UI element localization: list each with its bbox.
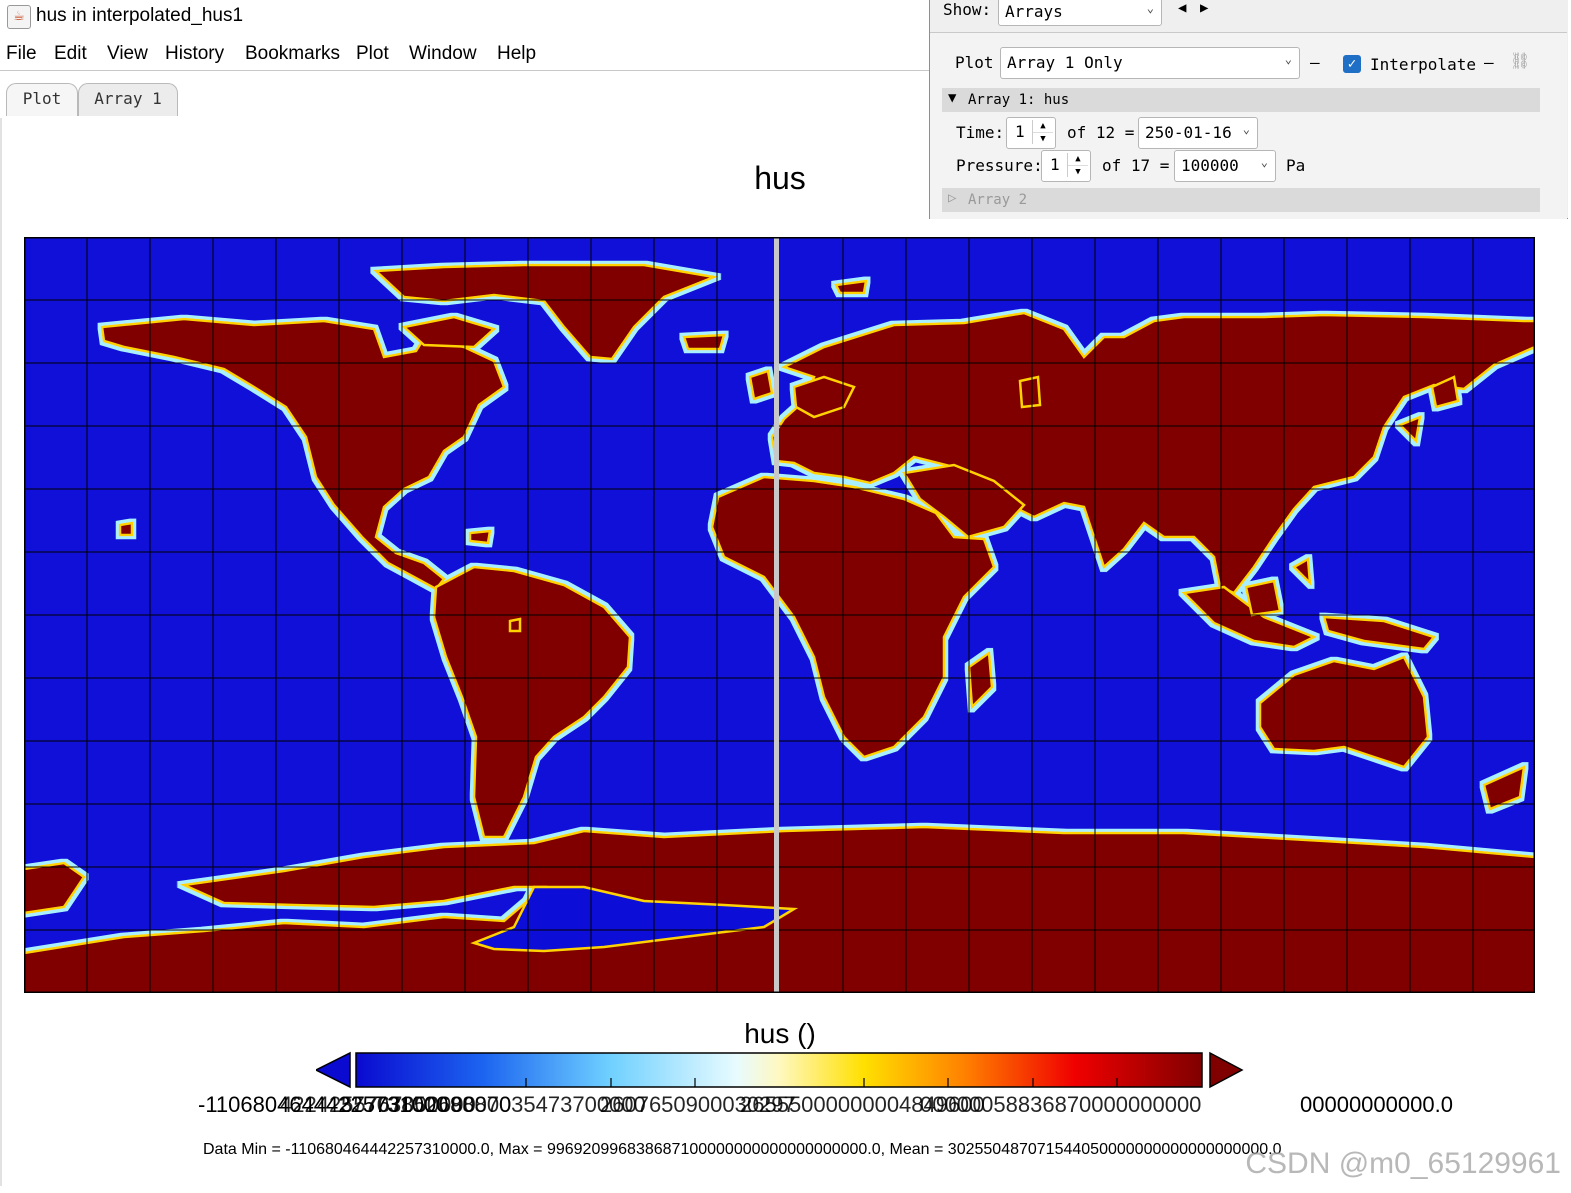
show-dropdown-value: Arrays	[1005, 2, 1063, 21]
java-cup-icon: ☕	[7, 5, 31, 29]
menu-plot[interactable]: Plot	[356, 43, 389, 65]
interpolate-label: Interpolate	[1370, 55, 1476, 74]
array-1-header-label: Array 1: hus	[968, 92, 1070, 108]
array-2-header-label: Array 2	[968, 192, 1028, 208]
pressure-value: 100000	[1181, 156, 1239, 175]
spin-up-icon[interactable]: ▲	[1068, 153, 1088, 165]
array-1-header[interactable]: ▼ Array 1: hus	[942, 88, 1540, 112]
spin-down-icon[interactable]: ▼	[1033, 132, 1053, 145]
spin-down-icon[interactable]: ▼	[1068, 165, 1088, 178]
menu-file[interactable]: File	[6, 43, 37, 65]
array-controls-panel: Show: Arrays ⌄ ◀ ▶ Plot Array 1 Only ⌄ —…	[929, 0, 1568, 219]
pressure-label: Pressure:	[956, 156, 1043, 175]
menu-history[interactable]: History	[165, 43, 224, 65]
time-of-count: of 12 =	[1067, 123, 1135, 142]
menu-bookmarks[interactable]: Bookmarks	[245, 43, 340, 65]
panel-body: Plot Array 1 Only ⌄ — ✓ Interpolate — ⛓ …	[930, 32, 1567, 219]
time-value-dropdown[interactable]: 250-01-16 ⌄	[1138, 117, 1258, 149]
plot-mode-dropdown[interactable]: Array 1 Only ⌄	[1000, 47, 1300, 79]
time-value: 250-01-16	[1145, 123, 1232, 142]
menu-bar: File Edit View History Bookmarks Plot Wi…	[0, 40, 930, 70]
tab-array-1[interactable]: Array 1	[78, 83, 178, 116]
previous-arrow-icon[interactable]: ◀	[1178, 0, 1186, 16]
pressure-spinner[interactable]: 1 ▲ ▼	[1041, 150, 1091, 182]
time-index: 1	[1015, 122, 1025, 141]
expanded-triangle-icon: ▼	[948, 90, 957, 106]
pressure-of-count: of 17 =	[1102, 156, 1170, 175]
chevron-down-icon: ⌄	[1146, 1, 1154, 15]
pressure-unit: Pa	[1286, 156, 1306, 175]
colorbar-labels: -11068046444225731000 4224255767000000 3…	[180, 1092, 1480, 1122]
data-statistics: Data Min = -110680464442257310000.0, Max…	[203, 1141, 1282, 1158]
watermark: CSDN @m0_65129961	[1245, 1147, 1561, 1180]
colorbar	[316, 1051, 1244, 1089]
separator-dash: —	[1310, 53, 1320, 72]
spin-up-icon[interactable]: ▲	[1033, 120, 1053, 132]
time-spinner[interactable]: 1 ▲ ▼	[1006, 117, 1056, 149]
colorbar-label: 00000058836870000000000	[920, 1092, 1202, 1117]
menu-window[interactable]: Window	[409, 43, 477, 65]
plot-mode-value: Array 1 Only	[1007, 53, 1123, 72]
time-label: Time:	[956, 123, 1005, 142]
colorbar-title: hus ()	[744, 1018, 816, 1049]
colorbar-label: 00000000000.0	[1300, 1092, 1453, 1117]
pressure-value-dropdown[interactable]: 100000 ⌄	[1174, 150, 1276, 182]
next-arrow-icon[interactable]: ▶	[1200, 0, 1208, 16]
plot-title: hus	[754, 160, 806, 196]
window-title: hus in interpolated_hus1	[36, 5, 244, 26]
chevron-down-icon: ⌄	[1284, 52, 1292, 66]
colorbar-over-arrow	[1209, 1051, 1244, 1089]
menu-view[interactable]: View	[107, 43, 148, 65]
chevron-down-icon: ⌄	[1260, 155, 1268, 169]
separator-dash: —	[1484, 53, 1494, 72]
array-2-header[interactable]: ▷ Array 2	[942, 188, 1540, 212]
meridian-gap	[774, 237, 779, 993]
map-plot[interactable]	[24, 237, 1535, 993]
show-dropdown[interactable]: Arrays ⌄	[998, 0, 1162, 26]
tab-plot[interactable]: Plot	[6, 83, 78, 116]
menu-edit[interactable]: Edit	[54, 43, 87, 65]
chevron-down-icon: ⌄	[1242, 122, 1250, 136]
plot-mode-label: Plot	[955, 53, 994, 72]
menu-help[interactable]: Help	[497, 43, 536, 65]
show-label: Show:	[943, 0, 992, 19]
collapsed-triangle-icon: ▷	[948, 190, 957, 206]
pressure-index: 1	[1050, 155, 1060, 174]
link-icon[interactable]: ⛓	[1510, 51, 1530, 70]
interpolate-checkbox[interactable]: ✓	[1343, 55, 1361, 73]
tab-strip: Plot Array 1	[0, 70, 930, 119]
colorbar-under-arrow	[316, 1051, 351, 1089]
window-title-bar: ☕ hus in interpolated_hus1	[0, 0, 930, 34]
